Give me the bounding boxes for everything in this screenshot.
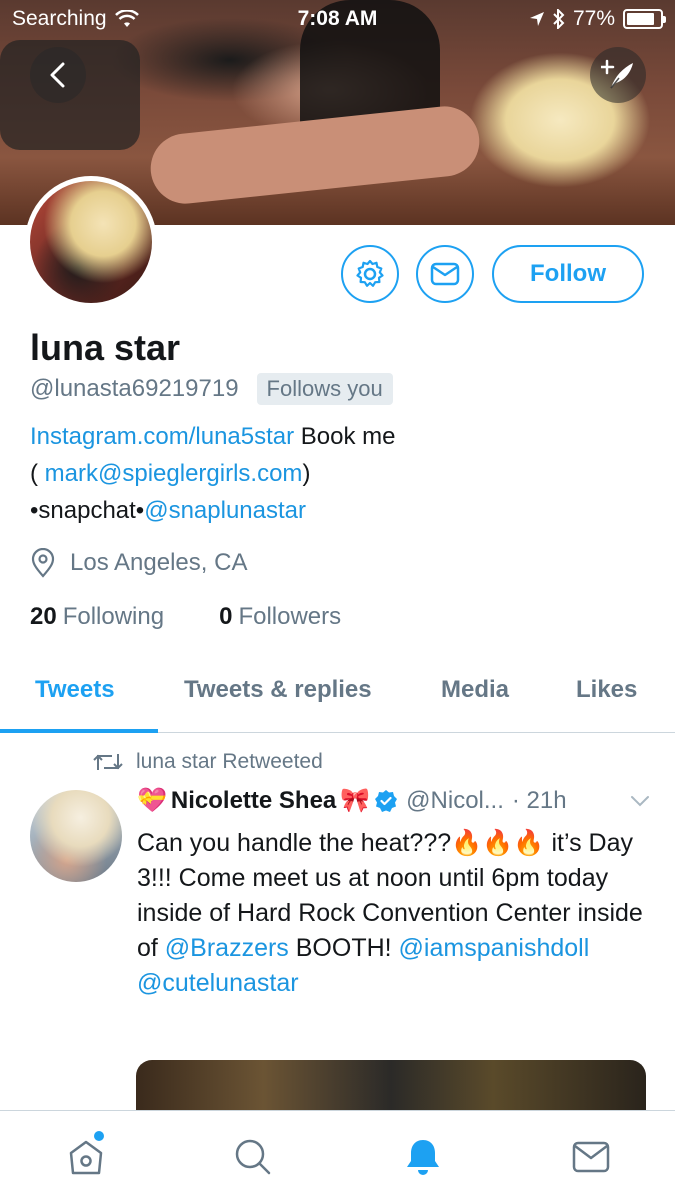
tweet-mention-cutelunastar[interactable]: @cutelunastar [137, 969, 299, 997]
profile-handle: @lunasta69219719 [30, 375, 239, 402]
author-emoji-prefix: 💝 [137, 787, 167, 814]
followers-stat[interactable]: 0 Followers [219, 603, 341, 631]
tweet-body: Can you handle the heat???🔥🔥🔥 it’s Day 3… [137, 826, 652, 1001]
retweet-icon [93, 754, 123, 770]
bio-line-2: ( mark@spieglergirls.com) [30, 455, 650, 492]
bio-snapchat-link[interactable]: @snaplunastar [144, 497, 306, 524]
tweet-mention-iamspanishdoll[interactable]: @iamspanishdoll [399, 934, 590, 962]
battery-percent: 77% [572, 7, 615, 30]
home-icon [69, 1140, 103, 1175]
tweet-timestamp: · 21h [511, 786, 567, 814]
tab-media[interactable]: Media [441, 676, 509, 704]
tweet-author-avatar[interactable] [30, 790, 122, 882]
bio-instagram-link[interactable]: Instagram.com/luna5star [30, 423, 294, 450]
location-pin-icon [31, 548, 55, 578]
bottom-navigation [0, 1110, 675, 1200]
retweet-context: luna star Retweeted [92, 750, 323, 774]
nav-search[interactable] [229, 1133, 277, 1181]
bluetooth-icon [553, 9, 565, 29]
profile-avatar[interactable] [25, 176, 157, 308]
bio-text: •snapchat• [30, 497, 145, 524]
tweet-mention-brazzers[interactable]: @Brazzers [165, 934, 289, 962]
follows-you-badge: Follows you [256, 373, 393, 405]
nav-home[interactable] [62, 1131, 110, 1181]
bio-line-3: •snapchat•@snaplunastar [30, 492, 650, 529]
compose-tweet-icon [601, 59, 633, 89]
search-icon [235, 1139, 271, 1175]
notifications-icon [407, 1140, 439, 1175]
following-stat[interactable]: 20 Following [30, 603, 164, 631]
battery-icon [623, 9, 666, 29]
direct-message-button[interactable] [416, 245, 474, 303]
author-emoji-suffix: 🎀 [340, 787, 371, 814]
retweeted-by-text: luna star Retweeted [136, 750, 323, 773]
tweet-author-name: Nicolette Shea [170, 786, 337, 814]
profile-name: luna star [30, 327, 181, 368]
bio-text: ) [302, 460, 311, 487]
bio-line-1: Instagram.com/luna5star Book me [30, 418, 650, 455]
tweet-text-part: BOOTH! [288, 934, 399, 962]
bio-text: ( [30, 460, 45, 487]
follow-stats: 20 Following 0 Followers [30, 603, 341, 631]
location-arrow-icon [529, 12, 544, 26]
profile-tabs: Tweets Tweets & replies Media Likes [0, 660, 675, 733]
chevron-down-icon[interactable] [629, 794, 651, 808]
bio-text: Book me [294, 423, 396, 450]
nav-messages[interactable] [567, 1133, 615, 1181]
profile-location: Los Angeles, CA [30, 548, 247, 578]
status-bar: Searching 7:08 AM 77% [0, 0, 675, 38]
location-text: Los Angeles, CA [70, 549, 248, 576]
new-content-dot [94, 1131, 104, 1141]
messages-icon [572, 1141, 610, 1173]
gear-icon [356, 259, 384, 287]
followers-label: Followers [238, 603, 342, 630]
tweet-author-name-group[interactable]: 💝 Nicolette Shea 🎀 [137, 786, 398, 815]
back-button[interactable] [30, 47, 86, 103]
handle-row: @lunasta69219719 Follows you [30, 373, 393, 405]
following-label: Following [62, 603, 165, 630]
envelope-icon [430, 262, 460, 286]
bio-email-link[interactable]: mark@spieglergirls.com [45, 460, 303, 487]
following-count: 20 [30, 603, 57, 630]
compose-tweet-button[interactable] [590, 47, 646, 103]
profile-settings-button[interactable] [341, 245, 399, 303]
tweet-author-handle: @Nicol... [406, 786, 504, 814]
active-tab-indicator [0, 729, 158, 733]
followers-count: 0 [219, 603, 233, 630]
tab-tweets-replies[interactable]: Tweets & replies [184, 676, 372, 704]
verified-badge-icon [375, 789, 398, 812]
tab-likes[interactable]: Likes [576, 676, 637, 704]
tweet-header: 💝 Nicolette Shea 🎀 @Nicol... · 21h [137, 786, 657, 815]
follow-button[interactable]: Follow [492, 245, 644, 303]
profile-bio: Instagram.com/luna5star Book me ( mark@s… [30, 418, 650, 529]
nav-notifications[interactable] [399, 1133, 447, 1181]
chevron-left-icon [50, 62, 65, 88]
tab-tweets[interactable]: Tweets [35, 676, 115, 704]
status-right: 77% [529, 7, 666, 31]
